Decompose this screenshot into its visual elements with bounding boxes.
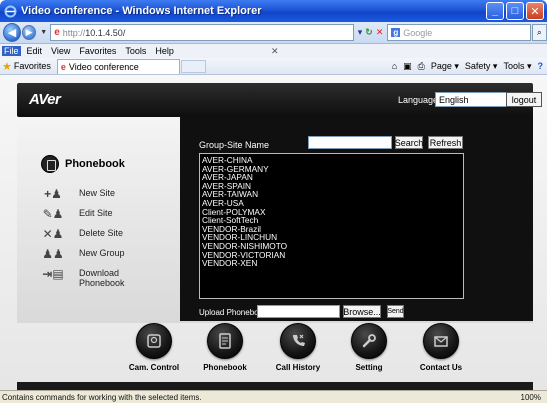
- aver-logo: AVer: [29, 91, 61, 108]
- sidebar-item-new-group[interactable]: ♟♟ New Group: [42, 247, 125, 266]
- call-history-icon: [280, 323, 316, 359]
- nav-call-history[interactable]: Call History: [258, 323, 338, 372]
- phonebook-menu: +♟ New Site ✎♟ Edit Site ✕♟ Delete Site …: [42, 188, 125, 292]
- phonebook-heading: Phonebook: [41, 155, 125, 173]
- sidebar-item-new-site[interactable]: +♟ New Site: [43, 188, 125, 206]
- sidebar-item-label: New Site: [79, 188, 116, 198]
- nav-label: Call History: [275, 363, 321, 372]
- nav-label: Cam. Control: [128, 363, 180, 372]
- send-button[interactable]: Send: [387, 305, 404, 318]
- forward-button[interactable]: ▶: [22, 25, 37, 40]
- sidebar-item-label: New Group: [79, 248, 125, 258]
- menu-favorites[interactable]: Favorites: [79, 46, 116, 56]
- stop-icon[interactable]: ✕: [376, 27, 384, 38]
- nav-label: Phonebook: [203, 363, 247, 372]
- address-dropdown-icon[interactable]: ▾: [358, 27, 363, 38]
- feeds-icon[interactable]: ▣: [403, 61, 412, 72]
- language-value: English: [439, 94, 469, 105]
- new-tab-button[interactable]: [180, 59, 206, 73]
- tab-page-icon: e: [60, 61, 66, 72]
- sidebar-item-label: Edit Site: [79, 208, 113, 218]
- menu-tools[interactable]: Tools: [125, 46, 146, 56]
- home-icon[interactable]: ⌂: [392, 61, 397, 71]
- nav-phonebook[interactable]: Phonebook: [185, 323, 265, 372]
- back-button[interactable]: ◀: [3, 23, 22, 42]
- menu-file[interactable]: File: [2, 46, 21, 56]
- favorites-bar: ★ Favorites e Video conference ⌂ ▣ ⎙ Pag…: [0, 58, 547, 75]
- nav-cam-control[interactable]: Cam. Control: [114, 323, 194, 372]
- zoom-level[interactable]: 100%: [521, 393, 541, 402]
- group-icon: ♟♟: [42, 247, 64, 261]
- download-icon: ⇥▤: [42, 267, 64, 281]
- language-label: Language: [398, 95, 439, 105]
- envelope-icon: [423, 323, 459, 359]
- refresh-icon[interactable]: ↻: [365, 27, 373, 38]
- search-button[interactable]: Search: [395, 136, 423, 149]
- status-text: Contains commands for working with the s…: [2, 392, 202, 402]
- menu-edit[interactable]: Edit: [27, 46, 43, 56]
- close-toolbar-icon[interactable]: ✕: [271, 46, 279, 57]
- sidebar-item-edit-site[interactable]: ✎♟ Edit Site: [43, 208, 125, 226]
- google-logo-icon: g: [391, 28, 401, 37]
- window-title: Video conference - Windows Internet Expl…: [21, 5, 262, 17]
- window-titlebar: Video conference - Windows Internet Expl…: [0, 0, 547, 22]
- nav-label: Contact Us: [419, 363, 463, 372]
- command-page[interactable]: Page ▾: [431, 61, 459, 72]
- wrench-icon: [351, 323, 387, 359]
- search-box[interactable]: g Google: [387, 24, 531, 41]
- url-protocol: http://: [62, 27, 86, 38]
- camera-icon: [136, 323, 172, 359]
- help-icon[interactable]: ?: [538, 61, 544, 71]
- app-header: AVer Language English ▼ logout: [17, 83, 542, 117]
- group-site-label: Group-Site Name: [199, 140, 270, 150]
- address-row: ◀ ▶ ▼ e http:// 10.1.4.50/ ▾ ↻ ✕ g Googl…: [0, 22, 547, 44]
- minimize-button[interactable]: _: [486, 2, 504, 20]
- phonebook-icon: [41, 155, 59, 173]
- command-tools[interactable]: Tools ▾: [503, 61, 531, 72]
- phonebook-title: Phonebook: [65, 158, 125, 170]
- list-item[interactable]: VENDOR-XEN: [202, 259, 461, 268]
- nav-setting[interactable]: Setting: [329, 323, 409, 372]
- sidebar-item-download-phonebook[interactable]: ⇥▤ Download Phonebook: [42, 267, 125, 290]
- browse-button[interactable]: Browse...: [343, 305, 381, 318]
- ie-logo-icon: [4, 5, 17, 18]
- sidebar-item-delete-site[interactable]: ✕♟ Delete Site: [43, 228, 125, 246]
- bottom-nav: Cam. Control Phonebook Call History Sett…: [17, 323, 533, 383]
- nav-contact-us[interactable]: Contact Us: [401, 323, 481, 372]
- sidebar-item-label: Download Phonebook: [79, 268, 125, 288]
- group-site-input[interactable]: [308, 136, 392, 149]
- close-button[interactable]: ✕: [526, 2, 544, 20]
- address-bar[interactable]: e http:// 10.1.4.50/: [50, 24, 354, 41]
- maximize-button[interactable]: □: [506, 2, 524, 20]
- edit-person-icon: ✎♟: [42, 207, 64, 221]
- add-person-icon: +♟: [44, 187, 62, 201]
- phonebook-panel: Group-Site Name Search Refresh AVER-CHIN…: [180, 115, 533, 321]
- sidebar-item-label: Delete Site: [79, 228, 124, 238]
- search-placeholder: Google: [403, 27, 433, 38]
- footer-bar: [17, 382, 533, 390]
- tab-title: Video conference: [68, 61, 139, 72]
- status-bar: Contains commands for working with the s…: [0, 390, 547, 403]
- menu-help[interactable]: Help: [155, 46, 174, 56]
- menu-bar: File Edit View Favorites Tools Help ✕: [0, 44, 547, 58]
- nav-label: Setting: [355, 363, 383, 372]
- command-safety[interactable]: Safety ▾: [465, 61, 498, 72]
- site-list[interactable]: AVER-CHINA AVER-GERMANY AVER-JAPAN AVER-…: [199, 153, 464, 299]
- page-content: AVer Language English ▼ logout Phonebook…: [0, 75, 547, 390]
- logout-button[interactable]: logout: [506, 92, 542, 107]
- url-host: 10.1.4.50/: [85, 27, 126, 38]
- upload-file-input[interactable]: [257, 305, 340, 318]
- print-icon[interactable]: ⎙: [418, 61, 425, 72]
- refresh-button[interactable]: Refresh: [428, 136, 463, 149]
- favorites-label[interactable]: Favorites: [14, 61, 51, 71]
- delete-person-icon: ✕♟: [42, 227, 64, 241]
- tab-video-conference[interactable]: e Video conference: [56, 58, 180, 74]
- recent-pages-dropdown[interactable]: ▼: [40, 29, 47, 36]
- phonebook-icon: [207, 323, 243, 359]
- search-go-button[interactable]: ⌕: [531, 24, 547, 41]
- favorites-star-icon[interactable]: ★: [2, 60, 12, 73]
- page-icon: e: [54, 27, 60, 38]
- menu-view[interactable]: View: [51, 46, 70, 56]
